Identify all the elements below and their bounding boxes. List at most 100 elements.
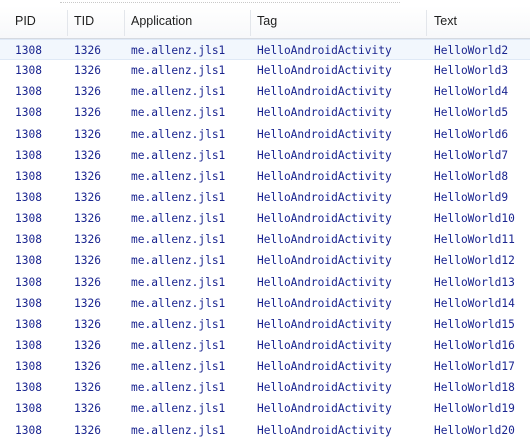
cell-tag: HelloAndroidActivity <box>257 423 392 437</box>
clipped-toolbar-edge <box>60 0 400 3</box>
table-row[interactable]: 1308 1326 me.allenz.jls1 HelloAndroidActivi… <box>0 166 530 187</box>
table-row[interactable]: 1308 1326 me.allenz.jls1 HelloAndroidActivi… <box>0 377 530 398</box>
cell-application: me.allenz.jls1 <box>131 127 226 141</box>
cell-pid: 1308 <box>15 423 42 437</box>
cell-tag: HelloAndroidActivity <box>257 296 392 310</box>
cell-tag: HelloAndroidActivity <box>257 64 392 78</box>
table-row[interactable]: 1308 1326 me.allenz.jls1 HelloAndroidActivi… <box>0 145 530 166</box>
cell-pid: 1308 <box>15 212 42 226</box>
cell-pid: 1308 <box>15 338 42 352</box>
cell-text: HelloWorld6 <box>434 127 509 141</box>
cell-tag: HelloAndroidActivity <box>257 338 392 352</box>
cell-application: me.allenz.jls1 <box>131 64 226 78</box>
cell-text: HelloWorld9 <box>434 190 509 204</box>
cell-tid: 1326 <box>74 423 101 437</box>
logcat-table: PID TID Application Tag Text 1308 1326 me.… <box>0 0 530 443</box>
cell-tid: 1326 <box>74 317 101 331</box>
cell-tag: HelloAndroidActivity <box>257 381 392 395</box>
cell-application: me.allenz.jls1 <box>131 317 226 331</box>
column-resize-handle[interactable] <box>124 10 125 36</box>
cell-tag: HelloAndroidActivity <box>257 85 392 99</box>
cell-tag: HelloAndroidActivity <box>257 106 392 120</box>
cell-pid: 1308 <box>15 106 42 120</box>
cell-application: me.allenz.jls1 <box>131 360 226 374</box>
column-header-application[interactable]: Application <box>130 6 248 38</box>
cell-tag: HelloAndroidActivity <box>257 275 392 289</box>
cell-application: me.allenz.jls1 <box>131 381 226 395</box>
cell-pid: 1308 <box>15 402 42 416</box>
cell-text: HelloWorld8 <box>434 169 509 183</box>
cell-application: me.allenz.jls1 <box>131 106 226 120</box>
cell-pid: 1308 <box>15 169 42 183</box>
cell-text: HelloWorld20 <box>434 423 515 437</box>
table-row[interactable]: 1308 1326 me.allenz.jls1 HelloAndroidActivi… <box>0 356 530 377</box>
cell-text: HelloWorld10 <box>434 212 515 226</box>
cell-text: HelloWorld18 <box>434 381 515 395</box>
cell-text: HelloWorld16 <box>434 338 515 352</box>
cell-application: me.allenz.jls1 <box>131 169 226 183</box>
cell-tag: HelloAndroidActivity <box>257 212 392 226</box>
cell-tid: 1326 <box>74 212 101 226</box>
cell-tid: 1326 <box>74 338 101 352</box>
table-row[interactable]: 1308 1326 me.allenz.jls1 HelloAndroidActivi… <box>0 250 530 271</box>
cell-text: HelloWorld17 <box>434 360 515 374</box>
column-resize-handle[interactable] <box>426 10 427 36</box>
table-row[interactable]: 1308 1326 me.allenz.jls1 HelloAndroidActivi… <box>0 102 530 123</box>
cell-text: HelloWorld13 <box>434 275 515 289</box>
cell-text: HelloWorld14 <box>434 296 515 310</box>
cell-text: HelloWorld19 <box>434 402 515 416</box>
cell-pid: 1308 <box>15 275 42 289</box>
cell-application: me.allenz.jls1 <box>131 402 226 416</box>
table-row[interactable]: 1308 1326 me.allenz.jls1 HelloAndroidActivi… <box>0 229 530 250</box>
cell-application: me.allenz.jls1 <box>131 423 226 437</box>
cell-tid: 1326 <box>74 44 101 57</box>
cell-pid: 1308 <box>15 148 42 162</box>
cell-tid: 1326 <box>74 360 101 374</box>
cell-tid: 1326 <box>74 148 101 162</box>
cell-tid: 1326 <box>74 233 101 247</box>
cell-tid: 1326 <box>74 296 101 310</box>
table-row[interactable]: 1308 1326 me.allenz.jls1 HelloAndroidActivi… <box>0 208 530 229</box>
table-row[interactable]: 1308 1326 me.allenz.jls1 HelloAndroidActivi… <box>0 187 530 208</box>
column-header-tid[interactable]: TID <box>73 6 125 38</box>
table-row[interactable]: 1308 1326 me.allenz.jls1 HelloAndroidActivi… <box>0 124 530 145</box>
cell-pid: 1308 <box>15 254 42 268</box>
table-row[interactable]: 1308 1326 me.allenz.jls1 HelloAndroidActivi… <box>0 81 530 102</box>
column-header-pid[interactable]: PID <box>14 6 66 38</box>
cell-pid: 1308 <box>15 85 42 99</box>
cell-application: me.allenz.jls1 <box>131 275 226 289</box>
table-row[interactable]: 1308 1326 me.allenz.jls1 HelloAndroidActivi… <box>0 293 530 314</box>
cell-pid: 1308 <box>15 127 42 141</box>
column-resize-handle[interactable] <box>250 10 251 36</box>
table-row[interactable]: 1308 1326 me.allenz.jls1 HelloAndroidActivi… <box>0 335 530 356</box>
cell-application: me.allenz.jls1 <box>131 85 226 99</box>
cell-tid: 1326 <box>74 254 101 268</box>
cell-application: me.allenz.jls1 <box>131 296 226 310</box>
cell-application: me.allenz.jls1 <box>131 148 226 162</box>
cell-tag: HelloAndroidActivity <box>257 127 392 141</box>
cell-tag: HelloAndroidActivity <box>257 233 392 247</box>
cell-text: HelloWorld12 <box>434 254 515 268</box>
table-body: 1308 1326 me.allenz.jls1 HelloAndroidActivi… <box>0 39 530 441</box>
column-resize-handle[interactable] <box>67 10 68 36</box>
cell-tag: HelloAndroidActivity <box>257 360 392 374</box>
cell-text: HelloWorld7 <box>434 148 509 162</box>
table-row[interactable]: 1308 1326 me.allenz.jls1 HelloAndroidActivi… <box>0 314 530 335</box>
cell-application: me.allenz.jls1 <box>131 233 226 247</box>
cell-tid: 1326 <box>74 402 101 416</box>
cell-tag: HelloAndroidActivity <box>257 148 392 162</box>
table-row[interactable]: 1308 1326 me.allenz.jls1 HelloAndroidActivi… <box>0 60 530 81</box>
cell-text: HelloWorld2 <box>434 44 509 57</box>
cell-tag: HelloAndroidActivity <box>257 44 392 57</box>
table-row[interactable]: 1308 1326 me.allenz.jls1 HelloAndroidActivi… <box>0 420 530 441</box>
table-row[interactable]: 1308 1326 me.allenz.jls1 HelloAndroidActivi… <box>0 272 530 293</box>
cell-tid: 1326 <box>74 381 101 395</box>
cell-tid: 1326 <box>74 64 101 78</box>
column-header-tag[interactable]: Tag <box>256 6 424 38</box>
cell-tid: 1326 <box>74 190 101 204</box>
cell-tag: HelloAndroidActivity <box>257 402 392 416</box>
table-row[interactable]: 1308 1326 me.allenz.jls1 HelloAndroidActivi… <box>0 398 530 419</box>
column-header-text[interactable]: Text <box>433 6 529 38</box>
table-row[interactable]: 1308 1326 me.allenz.jls1 HelloAndroidActivi… <box>0 39 530 61</box>
cell-pid: 1308 <box>15 44 42 57</box>
